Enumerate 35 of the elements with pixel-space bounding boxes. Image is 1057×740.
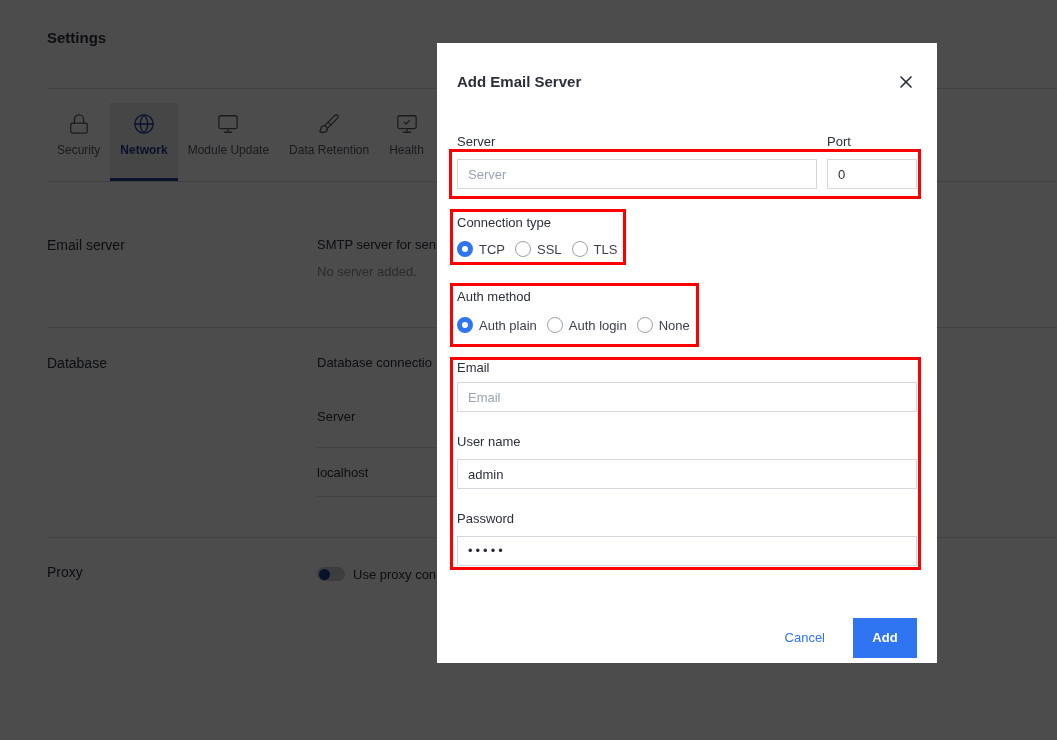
radio-option[interactable]: Auth plain — [457, 315, 537, 335]
field-label: Server — [457, 133, 497, 152]
password-field[interactable]: ••••• — [457, 536, 917, 566]
table-cell: localhost — [317, 464, 369, 480]
radio-option[interactable]: SSL — [515, 239, 562, 259]
username-field[interactable]: admin — [457, 459, 917, 489]
server-field[interactable]: Server — [457, 159, 817, 189]
page-title: Settings — [47, 28, 108, 48]
email-field[interactable]: Email — [457, 382, 917, 412]
port-field[interactable]: 0 — [827, 159, 917, 189]
add-button[interactable]: Add — [853, 618, 917, 658]
field-label: Port — [827, 133, 851, 152]
section-title: Database — [47, 353, 108, 373]
radio-option[interactable]: TCP — [457, 239, 505, 259]
section-title: Email server — [47, 235, 126, 255]
radio-option[interactable]: Auth login — [546, 315, 627, 335]
radio-button[interactable] — [457, 317, 473, 334]
group-label: Connection type — [457, 214, 552, 232]
field-label: Email — [457, 360, 491, 376]
radio-button[interactable] — [457, 241, 473, 258]
radio-button[interactable] — [546, 317, 563, 334]
radio-option[interactable]: TLS — [571, 239, 618, 259]
group-label: Auth method — [457, 288, 532, 306]
radio-option[interactable]: None — [636, 315, 690, 335]
dialog-title: Add Email Server — [457, 71, 582, 92]
section-description: Database connectio — [317, 353, 433, 372]
radio-button[interactable] — [571, 241, 588, 258]
field-label: Password — [457, 511, 516, 527]
toggle-label: Use proxy con — [353, 565, 437, 584]
field-label: User name — [457, 434, 522, 450]
radio-button[interactable] — [636, 317, 653, 334]
section-title: Proxy — [47, 562, 84, 582]
cancel-button[interactable]: Cancel — [780, 618, 829, 658]
section-description: SMTP server for sen — [317, 235, 436, 254]
radio-button[interactable] — [515, 241, 531, 258]
